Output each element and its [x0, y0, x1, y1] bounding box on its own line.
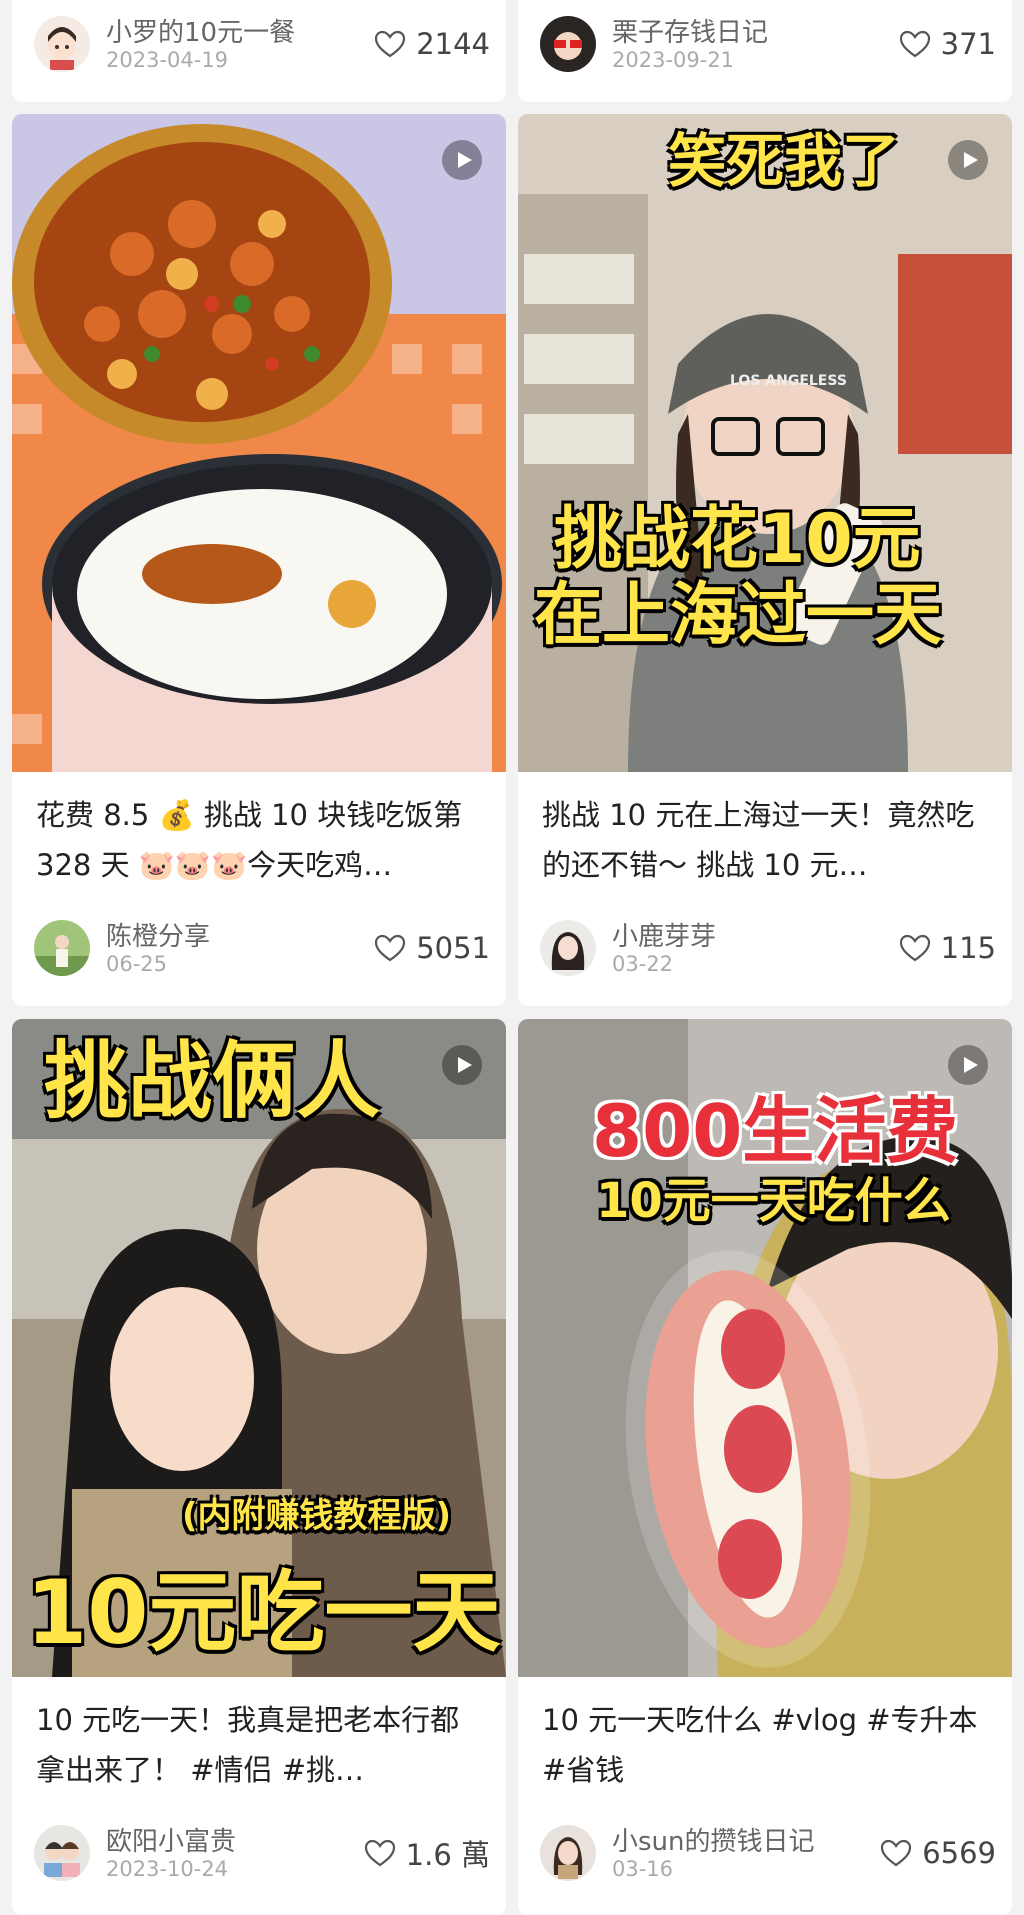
note-card[interactable]: 800生活费 10元一天吃什么 10 元一天吃什么 #vlog #专升本 #省钱…: [518, 1019, 1012, 1915]
card-meta: 栗子存钱日记 2023-09-21 371: [540, 12, 996, 78]
note-title[interactable]: 挑战 10 元在上海过一天！竟然吃的还不错～ 挑战 10 元…: [542, 790, 992, 890]
avatar[interactable]: [540, 920, 596, 976]
author-name[interactable]: 陈橙分享: [106, 916, 210, 953]
note-card[interactable]: 小罗的10元一餐 2023-04-19 2144: [12, 0, 506, 102]
note-card[interactable]: 挑战俩人 (内附赚钱教程版) 10元吃一天 10 元吃一天！我真是把老本行都拿出…: [12, 1019, 506, 1915]
like-button[interactable]: 371: [899, 26, 996, 62]
author-name[interactable]: 小罗的10元一餐: [106, 12, 295, 49]
heart-outline-icon: [364, 1839, 395, 1867]
play-icon: [948, 140, 988, 180]
play-icon: [442, 140, 482, 180]
play-icon: [948, 1045, 988, 1085]
avatar[interactable]: [34, 16, 90, 72]
author-name[interactable]: 小鹿芽芽: [612, 916, 716, 953]
card-meta: 欧阳小富贵 2023-10-24 1.6 萬: [34, 1821, 490, 1887]
avatar[interactable]: [540, 16, 596, 72]
note-title[interactable]: 花费 8.5 💰 挑战 10 块钱吃饭第 328 天 🐷🐷🐷今天吃鸡…: [36, 790, 486, 890]
cover-headline: 笑死我了: [668, 127, 901, 195]
cover-bottomline: 10元吃一天: [26, 1561, 501, 1664]
post-date: 2023-10-24: [106, 1857, 229, 1881]
note-card[interactable]: 栗子存钱日记 2023-09-21 371: [518, 0, 1012, 102]
video-cover[interactable]: [12, 114, 506, 772]
like-count: 115: [940, 931, 996, 965]
avatar[interactable]: [540, 1825, 596, 1881]
cover-headline-line1: 挑战花10元: [554, 500, 921, 579]
cover-headline-line2: 在上海过一天: [534, 576, 943, 655]
supermarket-photo-image: [518, 114, 1012, 772]
like-button[interactable]: 6569: [880, 1835, 996, 1871]
heart-outline-icon: [899, 934, 930, 962]
curry-rice-image: [12, 114, 506, 772]
cover-headline-line2: 10元一天吃什么: [596, 1173, 951, 1229]
note-card[interactable]: LOS ANGELESS 笑死我了 挑战花10元 在上海过一天 挑战 10 元在…: [518, 114, 1012, 1006]
heart-outline-icon: [881, 1839, 912, 1867]
post-date: 06-25: [106, 952, 168, 976]
like-button[interactable]: 115: [899, 930, 996, 966]
note-title[interactable]: 10 元一天吃什么 #vlog #专升本 #省钱: [542, 1695, 992, 1795]
play-icon: [442, 1045, 482, 1085]
post-date: 2023-04-19: [106, 48, 229, 72]
like-count: 2144: [416, 27, 490, 61]
heart-outline-icon: [375, 934, 406, 962]
note-title[interactable]: 10 元吃一天！我真是把老本行都拿出来了！ #情侣 #挑…: [36, 1695, 486, 1795]
author-name[interactable]: 小sun的攒钱日记: [612, 1821, 815, 1858]
heart-outline-icon: [375, 30, 406, 58]
card-meta: 陈橙分享 06-25 5051: [34, 916, 490, 982]
post-date: 03-22: [612, 952, 674, 976]
like-count: 371: [940, 27, 996, 61]
video-cover[interactable]: LOS ANGELESS 笑死我了 挑战花10元 在上海过一天: [518, 114, 1012, 772]
like-count: 1.6 萬: [405, 1838, 490, 1872]
cover-headline: 挑战俩人: [44, 1032, 381, 1130]
cover-subheadline: (内附赚钱教程版): [182, 1496, 452, 1536]
like-count: 6569: [922, 1836, 996, 1870]
like-count: 5051: [416, 931, 490, 965]
cap-text: LOS ANGELESS: [730, 373, 847, 389]
card-meta: 小鹿芽芽 03-22 115: [540, 916, 996, 982]
card-meta: 小sun的攒钱日记 03-16 6569: [540, 1821, 996, 1887]
video-cover[interactable]: 800生活费 10元一天吃什么: [518, 1019, 1012, 1677]
post-date: 03-16: [612, 1857, 674, 1881]
like-button[interactable]: 1.6 萬: [364, 1835, 490, 1872]
card-meta: 小罗的10元一餐 2023-04-19 2144: [34, 12, 490, 78]
author-name[interactable]: 欧阳小富贵: [106, 1821, 236, 1858]
note-card[interactable]: 花费 8.5 💰 挑战 10 块钱吃饭第 328 天 🐷🐷🐷今天吃鸡… 陈橙分享…: [12, 114, 506, 1006]
video-cover[interactable]: 挑战俩人 (内附赚钱教程版) 10元吃一天: [12, 1019, 506, 1677]
post-date: 2023-09-21: [612, 48, 735, 72]
author-name[interactable]: 栗子存钱日记: [612, 12, 768, 49]
cover-headline-line1: 800生活费: [592, 1089, 959, 1173]
like-button[interactable]: 5051: [374, 930, 490, 966]
avatar[interactable]: [34, 1825, 90, 1881]
like-button[interactable]: 2144: [374, 26, 490, 62]
heart-outline-icon: [899, 30, 930, 58]
avatar[interactable]: [34, 920, 90, 976]
